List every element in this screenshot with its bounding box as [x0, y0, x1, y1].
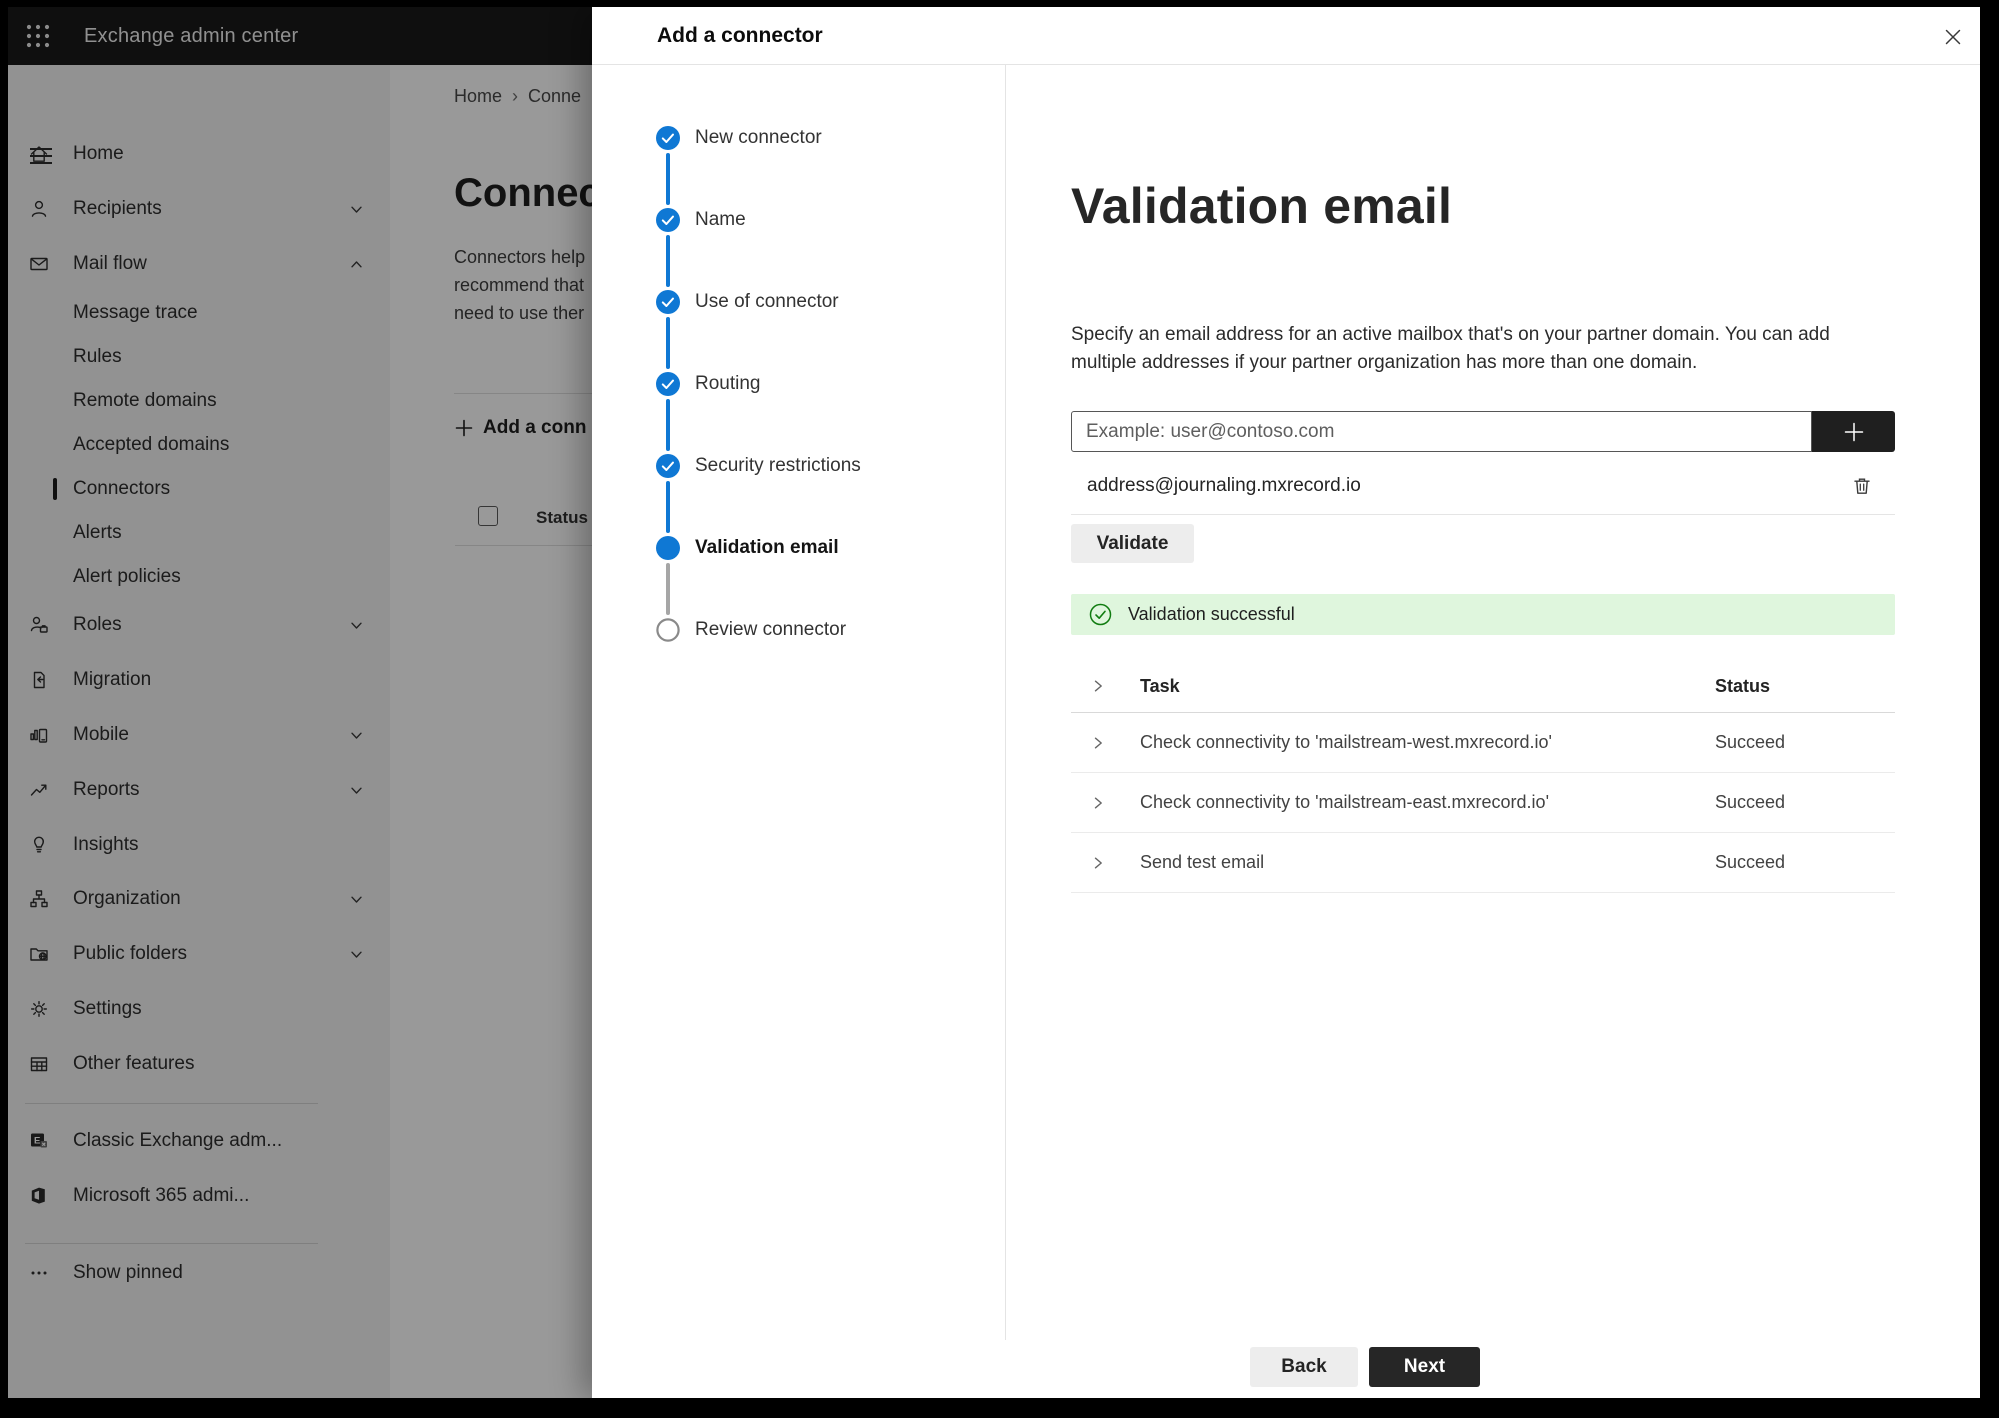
email-input[interactable]	[1071, 411, 1812, 452]
validation-success-banner: Validation successful	[1071, 594, 1895, 635]
task-cell: Check connectivity to 'mailstream-east.m…	[1140, 792, 1550, 812]
wizard-step-review-connector[interactable]: Review connector	[695, 618, 846, 642]
wizard-step-validation-email[interactable]: Validation email	[695, 536, 839, 560]
add-email-button[interactable]	[1812, 411, 1895, 452]
step-connector-line	[666, 235, 670, 287]
expand-row-chevron-icon[interactable]	[1090, 795, 1106, 811]
added-address: address@journaling.mxrecord.io	[1087, 475, 1361, 496]
step-indicator-complete	[656, 290, 680, 314]
delete-address-icon[interactable]	[1849, 473, 1875, 499]
step-connector-line	[666, 399, 670, 451]
task-cell: Send test email	[1140, 852, 1265, 872]
panel-header: Add a connector	[592, 7, 1980, 65]
close-icon[interactable]	[1938, 22, 1968, 52]
table-header-row: Task Status	[1071, 660, 1895, 713]
step-indicator-complete	[656, 372, 680, 396]
wizard-step-use-of-connector[interactable]: Use of connector	[695, 290, 839, 314]
task-column-header: Task	[1140, 675, 1180, 696]
step-description: Specify an email address for an active m…	[1071, 324, 1830, 373]
back-button[interactable]: Back	[1250, 1347, 1358, 1387]
validation-task-row[interactable]: Check connectivity to 'mailstream-east.m…	[1071, 773, 1895, 833]
validate-button[interactable]: Validate	[1071, 524, 1194, 563]
step-connector-line	[666, 317, 670, 369]
validation-results-table: Task Status Check connectivity to 'mails…	[1071, 660, 1895, 893]
status-cell: Succeed	[1715, 792, 1786, 812]
added-address-row: address@journaling.mxrecord.io	[1071, 456, 1895, 515]
expand-all-chevron-icon[interactable]	[1090, 678, 1106, 694]
step-indicator-complete	[656, 208, 680, 232]
panel-title: Add a connector	[657, 24, 823, 47]
expand-row-chevron-icon[interactable]	[1090, 735, 1106, 751]
step-indicator-complete	[656, 454, 680, 478]
status-cell: Succeed	[1715, 732, 1786, 752]
banner-text: Validation successful	[1128, 604, 1295, 624]
wizard-step-security-restrictions[interactable]: Security restrictions	[695, 454, 861, 478]
add-connector-panel: Add a connector New connector Name Use of …	[592, 7, 1980, 1398]
task-cell: Check connectivity to 'mailstream-west.m…	[1140, 732, 1552, 752]
validation-task-row[interactable]: Check connectivity to 'mailstream-west.m…	[1071, 713, 1895, 773]
panel-content: Validation email Specify an email addres…	[1007, 65, 1980, 1398]
email-entry-row	[1071, 411, 1895, 452]
step-connector-line	[666, 563, 670, 615]
panel-footer: Back Next	[592, 1340, 1980, 1398]
success-check-icon	[1089, 603, 1112, 626]
status-cell: Succeed	[1715, 852, 1786, 872]
screenshot-frame: Exchange admin center Home Recipients Mail…	[0, 0, 1999, 1418]
next-button[interactable]: Next	[1369, 1347, 1480, 1387]
step-indicator-upcoming	[656, 618, 680, 642]
wizard-step-routing[interactable]: Routing	[695, 372, 761, 396]
step-connector-line	[666, 153, 670, 205]
wizard-step-name[interactable]: Name	[695, 208, 746, 232]
wizard-step-new-connector[interactable]: New connector	[695, 126, 822, 150]
expand-row-chevron-icon[interactable]	[1090, 855, 1106, 871]
step-indicator-complete	[656, 126, 680, 150]
step-connector-line	[666, 481, 670, 533]
wizard-steps-nav: New connector Name Use of connector Routing…	[592, 65, 1006, 1398]
step-indicator-current	[656, 536, 680, 560]
validation-task-row[interactable]: Send test email Succeed	[1071, 833, 1895, 893]
step-heading: Validation email	[1071, 178, 1453, 234]
app-window: Exchange admin center Home Recipients Mail…	[8, 7, 1980, 1398]
status-column-header: Status	[1715, 675, 1771, 696]
